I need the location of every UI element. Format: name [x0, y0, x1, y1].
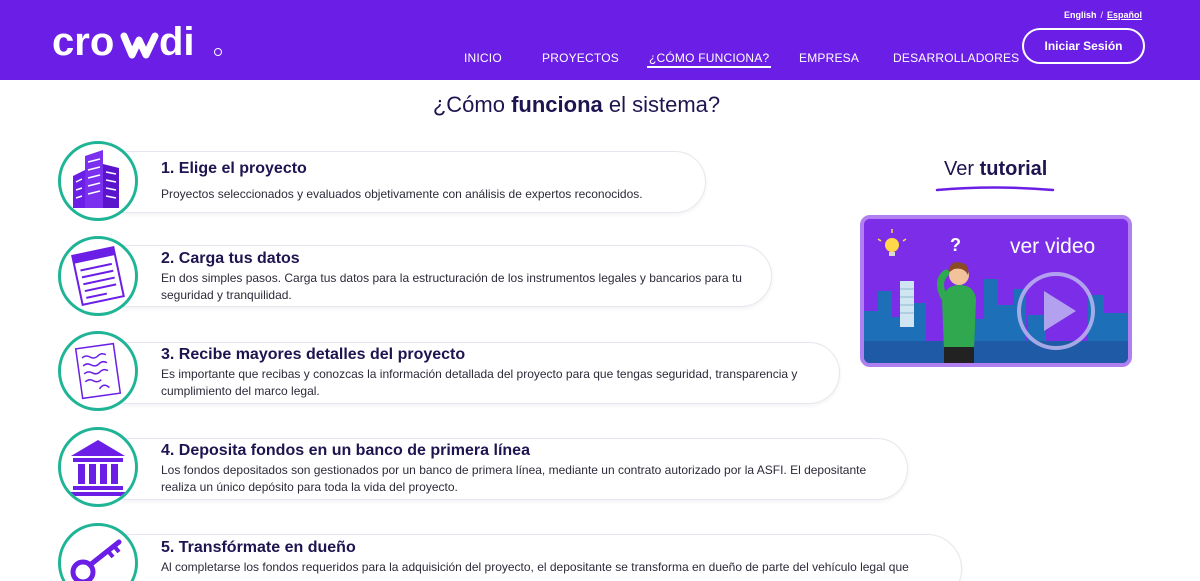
step-title: 4. Deposita fondos en un banco de primer… [161, 442, 530, 459]
tutorial-title: Ver tutorial [944, 158, 1048, 180]
step-icon-circle [58, 331, 138, 411]
step-title: 3. Recibe mayores detalles del proyecto [161, 346, 466, 363]
nav-empresa[interactable]: EMPRESA [799, 51, 859, 65]
language-switcher: English / Español [1064, 10, 1142, 20]
nav-como-funciona[interactable]: ¿CÓMO FUNCIONA? [646, 51, 772, 68]
step-title: 1. Elige el proyecto [161, 160, 307, 177]
svg-text:cro: cro [52, 22, 114, 64]
step-description: Los fondos depositados son gestionados p… [161, 463, 867, 494]
lang-spanish-link[interactable]: Español [1107, 10, 1142, 20]
tutorial-underline [935, 186, 1055, 192]
crowdi-logo[interactable]: cro di [52, 22, 227, 64]
svg-text:di: di [159, 22, 195, 64]
nav-desarrolladores[interactable]: DESARROLLADORES [893, 51, 1019, 65]
video-label: ver video [1010, 235, 1096, 258]
tutorial-video-thumbnail[interactable]: ? ver video [860, 215, 1132, 367]
step-icon-circle [58, 236, 138, 316]
step-description: En dos simples pasos. Carga tus datos pa… [161, 271, 742, 302]
step-description: Proyectos seleccionados y evaluados obje… [161, 187, 643, 201]
step-description: Al completarse los fondos requeridos par… [161, 560, 909, 574]
step-description: Es importante que recibas y conozcas la … [161, 367, 798, 398]
step-icon-circle [58, 523, 138, 581]
key-icon [70, 539, 122, 581]
step-title: 2. Carga tus datos [161, 250, 300, 267]
login-button[interactable]: Iniciar Sesión [1022, 28, 1145, 64]
lang-separator: / [1100, 10, 1104, 20]
step-icon-circle [58, 141, 138, 221]
top-header: cro di English / Español INICIO PROYECTOS … [0, 0, 1200, 80]
contract-document-icon [74, 342, 122, 400]
svg-text:?: ? [950, 235, 961, 255]
form-document-icon [71, 245, 125, 307]
buildings-icon [73, 150, 119, 208]
lang-english-link[interactable]: English [1064, 10, 1097, 20]
bank-icon [69, 440, 127, 496]
step-title: 5. Transfórmate en dueño [161, 539, 356, 556]
step-icon-circle [58, 427, 138, 507]
nav-proyectos[interactable]: PROYECTOS [542, 51, 619, 65]
page-title: ¿Cómo funciona el sistema? [432, 92, 721, 117]
nav-inicio[interactable]: INICIO [464, 51, 502, 65]
